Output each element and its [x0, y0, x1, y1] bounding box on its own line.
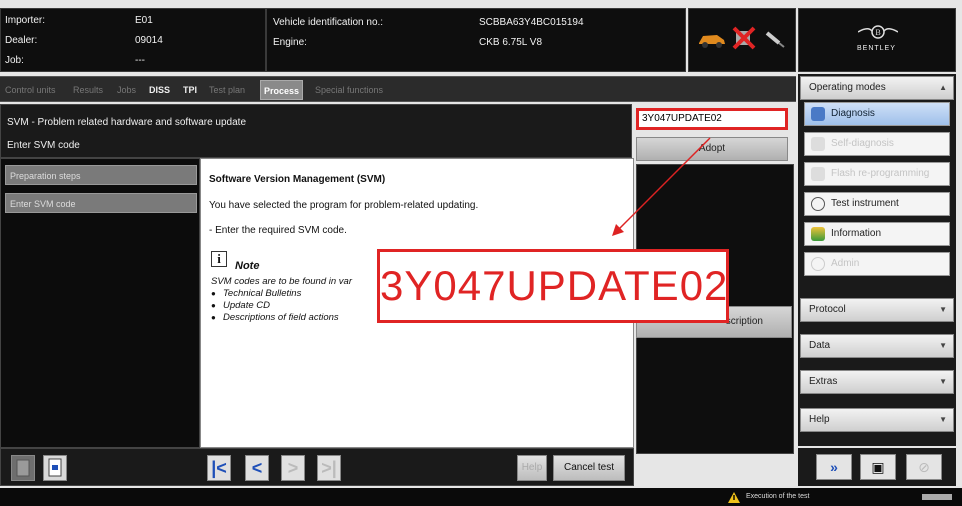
section-label: Protocol	[809, 304, 846, 315]
svm-code-input[interactable]: 3Y047UPDATE02	[636, 108, 788, 130]
brand-panel: B BENTLEY	[798, 8, 956, 72]
program-title-area: SVM - Problem related hardware and softw…	[0, 104, 632, 158]
mode-label: Test instrument	[831, 198, 899, 209]
note-item: Technical Bulletins	[211, 288, 352, 300]
mode-label: Diagnosis	[831, 108, 875, 119]
overview-icon[interactable]: ▣	[860, 454, 896, 480]
steps-panel: Preparation steps Enter SVM code	[0, 158, 200, 448]
dealer-label: Dealer:	[5, 35, 38, 46]
svm-code-callout: 3Y047UPDATE02	[377, 249, 729, 323]
expand-icon: ▼	[939, 341, 947, 350]
section-protocol[interactable]: Protocol ▼	[800, 298, 954, 322]
vehicle-info-panel: Vehicle identification no.: SCBBA63Y4BC0…	[266, 8, 686, 72]
mode-label: Flash re-programming	[831, 168, 930, 179]
note-intro: SVM codes are to be found in var	[211, 276, 352, 287]
information-icon	[811, 227, 825, 241]
print-icon[interactable]	[11, 455, 35, 481]
stop-icon[interactable]: ⊘	[906, 454, 942, 480]
mode-diagnosis[interactable]: Diagnosis	[804, 102, 950, 126]
operating-modes-panel: Operating modes ▲ Diagnosis Self-diagnos…	[798, 74, 956, 446]
step-preparation[interactable]: Preparation steps	[5, 165, 197, 185]
tab-results[interactable]: Results	[70, 80, 106, 100]
no-connection-icon	[732, 26, 756, 50]
expand-icon: ▼	[939, 305, 947, 314]
brand-name: BENTLEY	[857, 45, 896, 52]
collapse-icon: ▲	[939, 83, 947, 92]
mode-flash[interactable]: Flash re-programming	[804, 162, 950, 186]
tab-special-functions[interactable]: Special functions	[312, 80, 386, 100]
vin-value: SCBBA63Y4BC015194	[479, 17, 584, 28]
tab-test-plan[interactable]: Test plan	[206, 80, 248, 100]
svg-text:B: B	[875, 28, 880, 37]
operating-modes-label: Operating modes	[809, 82, 886, 93]
section-extras[interactable]: Extras ▼	[800, 370, 954, 394]
section-label: Help	[809, 414, 830, 425]
last-step-button[interactable]: >|	[317, 455, 341, 481]
probe-icon	[765, 31, 785, 48]
status-bar: Execution of the test	[0, 488, 962, 506]
engine-value: CKB 6.75L V8	[479, 37, 543, 48]
expand-icon: ▼	[939, 377, 947, 386]
mode-test-instrument[interactable]: Test instrument	[804, 192, 950, 216]
note-title: Note	[235, 260, 260, 272]
warning-icon	[728, 492, 740, 503]
tab-bar: Control units Results Jobs DISS TPI Test…	[0, 76, 796, 102]
program-subtitle: Enter SVM code	[7, 140, 80, 151]
job-value: ---	[135, 55, 145, 66]
mode-self-diagnosis[interactable]: Self-diagnosis	[804, 132, 950, 156]
operating-modes-header[interactable]: Operating modes ▲	[800, 76, 954, 100]
section-data[interactable]: Data ▼	[800, 334, 954, 358]
section-help[interactable]: Help ▼	[800, 408, 954, 432]
test-instrument-icon	[811, 197, 825, 211]
tab-diss[interactable]: DISS	[146, 80, 173, 100]
mode-label: Information	[831, 228, 882, 239]
status-icons-panel	[688, 8, 796, 72]
note-item: Descriptions of field actions	[211, 312, 352, 324]
program-title: SVM - Problem related hardware and softw…	[7, 117, 247, 128]
tab-control-units[interactable]: Control units	[2, 80, 59, 100]
vin-label: Vehicle identification no.:	[273, 17, 384, 28]
tab-jobs[interactable]: Jobs	[114, 80, 139, 100]
section-label: Extras	[809, 376, 838, 387]
mode-label: Admin	[831, 258, 860, 269]
flash-icon	[811, 167, 825, 181]
job-label: Job:	[5, 55, 24, 66]
expand-icon: ▼	[939, 415, 947, 424]
progress-icon	[922, 494, 952, 500]
mode-label: Self-diagnosis	[831, 138, 894, 149]
engine-label: Engine:	[273, 37, 307, 48]
bentley-logo-icon: B	[858, 25, 898, 39]
dealer-value: 09014	[135, 35, 163, 46]
content-heading: Software Version Management (SVM)	[209, 174, 386, 185]
tab-tpi[interactable]: TPI	[180, 80, 200, 100]
diagnosis-icon	[811, 107, 825, 121]
forward-icon[interactable]: »	[816, 454, 852, 480]
car-icon	[699, 35, 725, 48]
right-bottom-toolbar: » ▣ ⊘	[798, 448, 956, 486]
document-icon[interactable]	[43, 455, 67, 481]
self-diagnosis-icon	[811, 137, 825, 151]
importer-value: E01	[135, 15, 153, 26]
note-item: Update CD	[211, 300, 352, 312]
bottom-toolbar: |< < > >| Help Cancel test	[0, 448, 634, 486]
section-label: Data	[809, 340, 831, 351]
content-line-1: You have selected the program for proble…	[209, 200, 479, 211]
mode-admin[interactable]: Admin	[804, 252, 950, 276]
status-message: Execution of the test	[746, 493, 810, 500]
previous-step-button[interactable]: <	[245, 455, 269, 481]
importer-info-panel: Importer: E01 Dealer: 09014 Job: ---	[0, 8, 266, 72]
step-enter-svm-code[interactable]: Enter SVM code	[5, 193, 197, 213]
content-line-2: - Enter the required SVM code.	[209, 225, 347, 236]
tab-process[interactable]: Process	[260, 80, 304, 100]
admin-icon	[811, 257, 825, 271]
next-step-button[interactable]: >	[281, 455, 305, 481]
mode-information[interactable]: Information	[804, 222, 950, 246]
importer-label: Importer:	[5, 15, 46, 26]
note-body: SVM codes are to be found in var Technic…	[211, 276, 352, 324]
annotation-arrow	[612, 137, 711, 236]
cancel-test-button[interactable]: Cancel test	[553, 455, 625, 481]
help-button[interactable]: Help	[517, 455, 547, 481]
info-icon: i	[211, 251, 227, 267]
first-step-button[interactable]: |<	[207, 455, 231, 481]
